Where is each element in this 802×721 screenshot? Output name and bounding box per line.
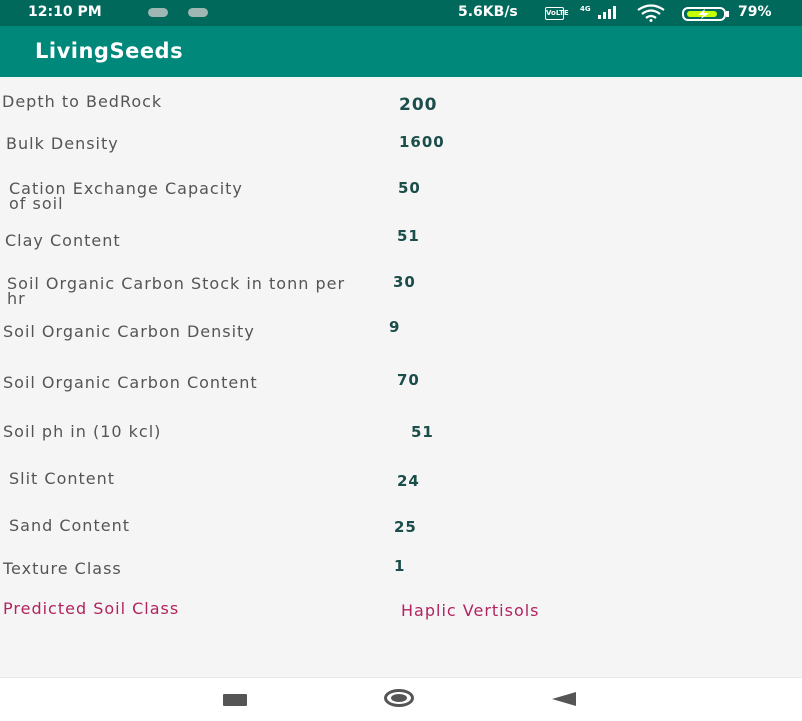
field-value-soc-stock: 30 — [393, 273, 416, 291]
battery-charging-icon — [682, 7, 734, 25]
system-nav-bar — [0, 677, 802, 721]
predicted-soil-class-label: Predicted Soil Class — [3, 599, 180, 618]
app-title: LivingSeeds — [35, 39, 184, 63]
field-value-soil-ph: 51 — [411, 423, 434, 441]
back-button[interactable] — [552, 692, 576, 706]
field-value-cation-exchange-capacity: 50 — [398, 179, 421, 197]
field-label-clay-content: Clay Content — [5, 231, 121, 250]
volte-icon: VoLTE — [545, 7, 569, 20]
field-label-bulk-density: Bulk Density — [6, 134, 119, 153]
home-button[interactable] — [384, 689, 414, 707]
app-bar: LivingSeeds — [0, 26, 802, 77]
wifi-icon — [636, 4, 666, 26]
notification-dot-icon — [148, 8, 168, 17]
field-value-texture-class: 1 — [394, 557, 406, 575]
field-value-sand-content: 25 — [394, 518, 417, 536]
soil-details-list: Depth to BedRock 200 Bulk Density 1600 C… — [0, 77, 802, 677]
signal-icon: 4G — [580, 5, 624, 23]
field-label-texture-class: Texture Class — [3, 559, 122, 578]
field-value-bulk-density: 1600 — [399, 133, 445, 151]
field-label-cation-exchange-capacity: Cation Exchange Capacity of soil — [9, 179, 243, 213]
svg-text:4G: 4G — [580, 5, 591, 13]
field-value-slit-content: 24 — [397, 472, 420, 490]
field-label-soil-ph: Soil ph in (10 kcl) — [3, 422, 162, 441]
field-value-soc-content: 70 — [397, 371, 420, 389]
field-label-sand-content: Sand Content — [9, 516, 130, 535]
recents-button[interactable] — [223, 694, 247, 706]
field-label-soc-content: Soil Organic Carbon Content — [3, 373, 258, 392]
battery-percent: 79% — [738, 4, 772, 20]
status-bar: 12:10 PM 5.6KB/s VoLTE 4G 79% — [0, 0, 802, 26]
field-label-soc-density: Soil Organic Carbon Density — [3, 322, 255, 341]
field-value-depth-to-bedrock: 200 — [399, 95, 438, 115]
field-label-soc-stock: Soil Organic Carbon Stock in tonn per hr — [7, 274, 346, 308]
field-value-soc-density: 9 — [389, 318, 401, 336]
status-time: 12:10 PM — [28, 4, 102, 20]
field-label-depth-to-bedrock: Depth to BedRock — [2, 92, 163, 111]
field-value-clay-content: 51 — [397, 227, 420, 245]
predicted-soil-class-value: Haplic Vertisols — [401, 601, 540, 620]
field-label-slit-content: Slit Content — [9, 469, 116, 488]
notification-dot-icon — [188, 8, 208, 17]
network-speed: 5.6KB/s — [458, 4, 518, 20]
